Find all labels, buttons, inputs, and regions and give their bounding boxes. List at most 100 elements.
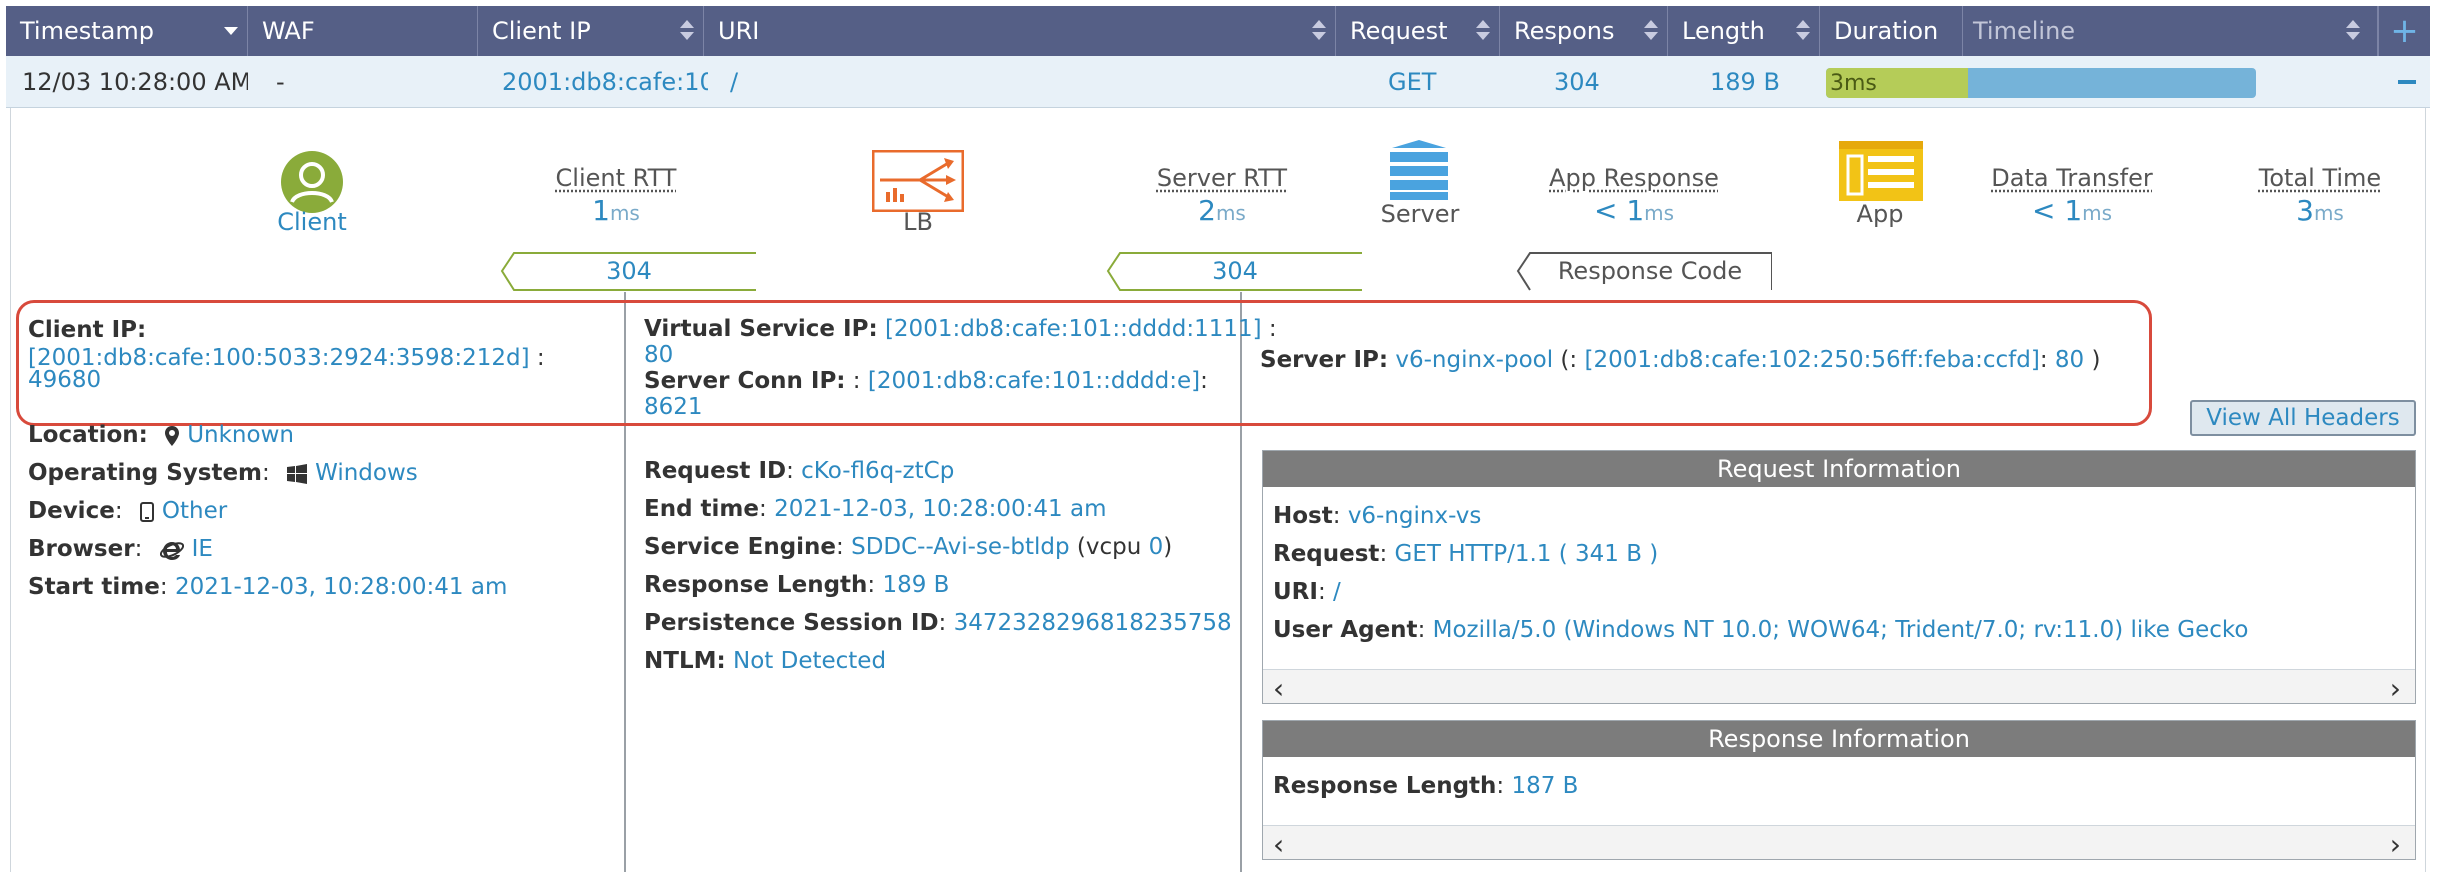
cell-waf: - xyxy=(276,68,285,96)
location-row: Location: Unknown xyxy=(28,416,507,454)
client-rtt-unit: ms xyxy=(609,201,640,225)
col-length[interactable]: Length xyxy=(1668,6,1820,56)
browser-value: IE xyxy=(191,536,213,562)
total-time-title: Total Time xyxy=(2258,164,2382,192)
app-response-unit: ms xyxy=(1644,201,1675,225)
scroll-right-icon[interactable]: › xyxy=(2390,672,2401,705)
col-request-label: Request xyxy=(1350,17,1448,45)
host-label: Host xyxy=(1273,503,1333,529)
sort-icon[interactable] xyxy=(679,20,694,42)
load-balancer-icon xyxy=(872,150,964,212)
col-waf[interactable]: WAF xyxy=(248,6,478,56)
phone-icon xyxy=(139,501,154,522)
cell-request[interactable]: GET xyxy=(1388,56,1468,108)
request-info-title: Request Information xyxy=(1263,451,2415,487)
server-ip-value[interactable]: [2001:db8:cafe:102:250:56ff:feba:ccfd] xyxy=(1584,347,2039,373)
response-code-label: Response Code xyxy=(1557,257,1743,285)
total-time-unit: ms xyxy=(2313,201,2344,225)
response-info-title: Response Information xyxy=(1263,721,2415,757)
server-ip-close: ) xyxy=(2084,347,2101,373)
client-icon xyxy=(281,151,343,213)
host-value[interactable]: v6-nginx-vs xyxy=(1348,503,1482,529)
os-row: Operating System: Windows xyxy=(28,460,418,486)
virtual-service-block: Virtual Service IP: [2001:db8:cafe:101::… xyxy=(644,316,1277,420)
client-rtt-metric[interactable]: Client RTT 1ms xyxy=(536,164,696,227)
vs-port-value[interactable]: 80 xyxy=(644,342,673,368)
service-engine-value[interactable]: SDDC--Avi-se-btldp xyxy=(851,534,1070,560)
request-info-panel: Request Information Host: v6-nginx-vs Re… xyxy=(1262,450,2416,705)
conn-ip-separator: : xyxy=(845,368,861,394)
duration-timeline-bar[interactable]: 3ms xyxy=(1826,68,2256,98)
server-ip-block: Server IP: v6-nginx-pool (: [2001:db8:ca… xyxy=(1260,341,2101,379)
persistence-id-value[interactable]: 3472328296818235758 xyxy=(954,610,1232,636)
table-row[interactable]: 12/03 10:28:00 AM - 2001:db8:cafe:10 / G… xyxy=(6,56,2430,108)
server-rtt-metric[interactable]: Server RTT 2ms xyxy=(1140,164,1304,227)
server-ip-open: (: xyxy=(1553,347,1585,373)
conn-ip-separator-2: : xyxy=(1200,368,1208,394)
resp-length-value: 187 B xyxy=(1511,773,1579,799)
cell-client-ip[interactable]: 2001:db8:cafe:10 xyxy=(502,56,708,108)
horizontal-scrollbar[interactable]: ‹ › xyxy=(1263,825,2415,861)
data-transfer-metric[interactable]: Data Transfer < 1ms xyxy=(1972,164,2172,227)
lb-label: LB xyxy=(903,208,933,236)
response-info-panel: Response Information Response Length: 18… xyxy=(1262,720,2416,861)
view-all-headers-button[interactable]: View All Headers xyxy=(2190,400,2416,436)
collapse-row-icon[interactable] xyxy=(2398,80,2416,84)
scroll-right-icon[interactable]: › xyxy=(2390,828,2401,861)
sort-icon[interactable] xyxy=(1311,20,1326,42)
cell-uri[interactable]: / xyxy=(730,56,790,108)
server-pool-value[interactable]: v6-nginx-pool xyxy=(1395,347,1553,373)
conn-ip-label: Server Conn IP: xyxy=(644,368,846,394)
cell-length[interactable]: 189 B xyxy=(1710,56,1810,108)
server-port-value[interactable]: 80 xyxy=(2055,347,2084,373)
app-label: App xyxy=(1856,200,1904,228)
server-response-arrow: 304 xyxy=(1100,252,1362,291)
col-request[interactable]: Request xyxy=(1336,6,1500,56)
client-ip-value[interactable]: [2001:db8:cafe:100:5033:2924:3598:212d] xyxy=(28,345,530,371)
app-response-metric[interactable]: App Response < 1ms xyxy=(1534,164,1734,227)
scroll-left-icon[interactable]: ‹ xyxy=(1273,828,1284,861)
start-time-value: 2021-12-03, 10:28:00:41 am xyxy=(174,574,508,600)
col-timeline-label: Timeline xyxy=(1973,17,2076,45)
cell-response[interactable]: 304 xyxy=(1554,56,1634,108)
cell-timestamp: 12/03 10:28:00 AM xyxy=(22,68,248,96)
conn-ip-value[interactable]: [2001:db8:cafe:101::dddd:e] xyxy=(868,368,1200,394)
add-column-button[interactable]: + xyxy=(2378,6,2430,56)
horizontal-scrollbar[interactable]: ‹ › xyxy=(1263,669,2415,705)
uri-value[interactable]: / xyxy=(1333,579,1341,605)
client-ip-block: Client IP: [2001:db8:cafe:100:5033:2924:… xyxy=(28,316,545,394)
conn-port-value[interactable]: 8621 xyxy=(644,394,703,420)
persistence-id-label: Persistence Session ID xyxy=(644,610,939,636)
start-time-row: Start time: 2021-12-03, 10:28:00:41 am xyxy=(28,574,508,600)
user-agent-value[interactable]: Mozilla/5.0 (Windows NT 10.0; WOW64; Tri… xyxy=(1433,617,2249,643)
col-client-ip[interactable]: Client IP xyxy=(478,6,704,56)
client-port-value[interactable]: 49680 xyxy=(28,367,101,393)
data-transfer-unit: ms xyxy=(2082,201,2113,225)
request-id-value[interactable]: cKo-fl6q-ztCp xyxy=(801,458,954,484)
total-time-metric[interactable]: Total Time 3ms xyxy=(2240,164,2400,227)
client-ip-separator: : xyxy=(529,345,545,371)
sort-icon[interactable] xyxy=(1795,20,1810,42)
server-rtt-unit: ms xyxy=(1215,201,1246,225)
vs-ip-value[interactable]: [2001:db8:cafe:101::dddd:1111] xyxy=(885,316,1262,342)
client-details: Location: Unknown Operating System: Wind… xyxy=(28,416,507,606)
vcpu-prefix: (vcpu xyxy=(1076,534,1142,560)
col-timestamp[interactable]: Timestamp xyxy=(6,6,248,56)
sort-icon[interactable] xyxy=(1643,20,1658,42)
sort-icon[interactable] xyxy=(2345,20,2360,42)
location-label: Location: xyxy=(28,422,148,448)
request-value[interactable]: GET HTTP/1.1 ( 341 B ) xyxy=(1395,541,1659,567)
scroll-left-icon[interactable]: ‹ xyxy=(1273,672,1284,705)
sort-icon[interactable] xyxy=(1475,20,1490,42)
server-ip-label: Server IP: xyxy=(1260,347,1389,373)
vcpu-value: 0 xyxy=(1148,534,1164,560)
col-uri[interactable]: URI xyxy=(704,6,1336,56)
location-value: Unknown xyxy=(187,422,294,448)
response-code-arrow: Response Code xyxy=(1510,252,1772,291)
col-response[interactable]: Respons xyxy=(1500,6,1668,56)
client-rtt-title: Client RTT xyxy=(555,164,677,192)
sort-desc-icon[interactable] xyxy=(223,20,238,42)
data-transfer-value: < 1 xyxy=(2031,194,2083,227)
col-duration[interactable]: Duration xyxy=(1820,6,1960,56)
col-timeline[interactable]: Timeline xyxy=(1962,6,2378,56)
